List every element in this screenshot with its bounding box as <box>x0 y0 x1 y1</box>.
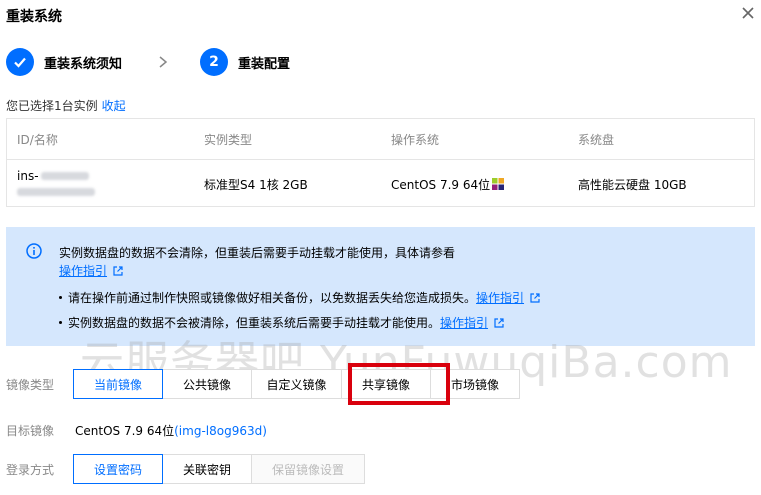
target-image-name: CentOS 7.9 64位 <box>75 424 175 438</box>
column-header-disk: 系统盘 <box>578 132 615 147</box>
centos-logo-icon <box>492 178 505 190</box>
os-name: CentOS 7.9 64位 <box>391 177 491 192</box>
instance-id-prefix: ins- <box>17 169 39 183</box>
target-image-label: 目标镜像 <box>6 424 55 438</box>
notice-text: 实例数据盘的数据不会清除，但重装后需要手动挂载才能使用，具体请参看 <box>59 246 456 260</box>
bullet-dot <box>59 296 62 299</box>
step-2-label: 重装配置 <box>238 56 291 72</box>
bullet-text: 请在操作前通过制作快照或镜像做好相关备份，以免数据丢失给您造成损失。 <box>68 291 477 305</box>
notice-bullet-1: 请在操作前通过制作快照或镜像做好相关备份，以免数据丢失给您造成损失。操作指引 <box>59 289 540 307</box>
info-icon <box>26 243 42 259</box>
table-row: ins- 标准型S4 1核 2GB CentOS 7.9 64位 高性能云硬盘 … <box>7 160 754 208</box>
external-link-icon[interactable] <box>530 293 540 303</box>
bullet-dot <box>59 321 62 324</box>
instance-type-cell: 标准型S4 1核 2GB <box>204 177 308 192</box>
guide-link[interactable]: 操作指引 <box>59 264 107 278</box>
image-type-selector: 当前镜像 公共镜像 自定义镜像 共享镜像 市场镜像 <box>73 369 520 399</box>
option-public-image[interactable]: 公共镜像 <box>162 369 252 399</box>
option-shared-image[interactable]: 共享镜像 <box>341 369 431 399</box>
step-2-number: 2 <box>200 48 229 76</box>
dialog-title: 重装系统 <box>6 9 62 25</box>
option-keep-image-settings: 保留镜像设置 <box>251 454 365 484</box>
external-link-icon[interactable] <box>113 266 123 276</box>
option-market-image[interactable]: 市场镜像 <box>430 369 520 399</box>
column-header-type: 实例类型 <box>204 132 253 147</box>
login-method-label: 登录方式 <box>6 463 55 477</box>
step-indicator: 重装系统须知 2 重装配置 <box>6 47 290 77</box>
step-1-label: 重装系统须知 <box>44 56 123 72</box>
guide-link[interactable]: 操作指引 <box>476 291 524 305</box>
instance-table: ID/名称 实例类型 操作系统 系统盘 ins- 标准型S4 1核 2GB Ce… <box>6 118 755 207</box>
close-icon[interactable] <box>740 5 756 21</box>
redacted-name <box>17 188 95 196</box>
login-method-selector: 设置密码 关联密钥 保留镜像设置 <box>73 454 365 484</box>
option-associate-key[interactable]: 关联密钥 <box>162 454 252 484</box>
os-cell: CentOS 7.9 64位 <box>391 160 505 208</box>
selection-text: 您已选择1台实例 <box>6 99 98 113</box>
notice-main-text: 实例数据盘的数据不会清除，但重装后需要手动挂载才能使用，具体请参看 操作指引 <box>59 244 719 280</box>
chevron-right-icon <box>159 56 168 68</box>
disk-cell: 高性能云硬盘 10GB <box>578 177 687 192</box>
check-icon <box>6 48 34 76</box>
image-type-label: 镜像类型 <box>6 378 55 392</box>
column-header-os: 操作系统 <box>391 132 440 147</box>
target-image-id[interactable]: (img-l8og963d) <box>174 424 267 438</box>
column-header-id: ID/名称 <box>17 132 58 147</box>
option-custom-image[interactable]: 自定义镜像 <box>251 369 342 399</box>
option-set-password[interactable]: 设置密码 <box>73 454 163 484</box>
table-header: ID/名称 实例类型 操作系统 系统盘 <box>7 119 754 160</box>
redacted-id <box>40 172 89 180</box>
collapse-link[interactable]: 收起 <box>102 99 126 113</box>
instance-id-cell: ins- <box>17 160 95 208</box>
selection-summary: 您已选择1台实例 收起 <box>6 97 126 114</box>
option-current-image[interactable]: 当前镜像 <box>73 369 163 399</box>
target-image-value: CentOS 7.9 64位(img-l8og963d) <box>75 422 267 439</box>
